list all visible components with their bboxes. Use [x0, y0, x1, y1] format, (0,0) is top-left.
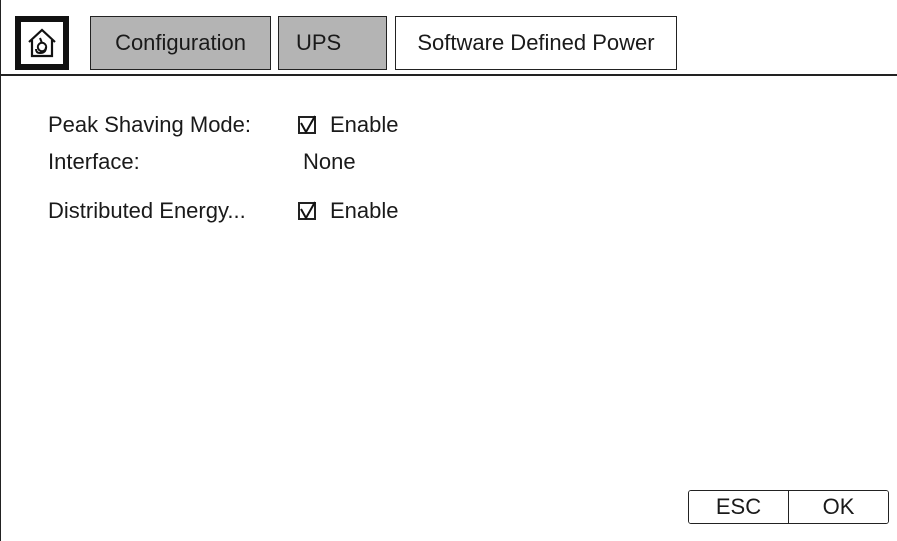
interface-row: Interface: None: [48, 147, 356, 177]
distributed-energy-checkbox[interactable]: [298, 201, 316, 221]
home-icon-frame: [21, 22, 63, 64]
home-icon: [28, 28, 56, 58]
breadcrumb-ups[interactable]: UPS: [278, 16, 387, 70]
breadcrumb-software-defined-power[interactable]: Software Defined Power: [395, 16, 677, 70]
top-navigation-bar: Configuration UPS Software Defined Power: [1, 0, 897, 76]
distributed-energy-label: Distributed Energy...: [48, 198, 246, 223]
interface-value: None: [303, 149, 356, 174]
distributed-energy-row: Distributed Energy... Enable: [48, 196, 399, 226]
breadcrumb-configuration[interactable]: Configuration: [90, 16, 271, 70]
home-button[interactable]: [15, 16, 69, 70]
distributed-energy-value: Enable: [330, 198, 399, 223]
dialog-button-group: ESC OK: [688, 490, 889, 524]
peak-shaving-control: Enable: [298, 112, 399, 138]
checkmark-icon: [300, 115, 316, 135]
esc-button[interactable]: ESC: [689, 491, 788, 523]
peak-shaving-row: Peak Shaving Mode: Enable: [48, 110, 399, 140]
peak-shaving-label: Peak Shaving Mode:: [48, 112, 252, 137]
breadcrumb-software-defined-power-label: Software Defined Power: [417, 30, 655, 55]
screen: Configuration UPS Software Defined Power…: [0, 0, 897, 541]
distributed-energy-control: Enable: [298, 198, 399, 224]
checkmark-icon: [300, 201, 316, 221]
peak-shaving-value: Enable: [330, 112, 399, 137]
breadcrumb-ups-label: UPS: [296, 30, 342, 55]
interface-label: Interface:: [48, 149, 140, 174]
peak-shaving-checkbox[interactable]: [298, 115, 316, 135]
breadcrumb-configuration-label: Configuration: [115, 30, 246, 55]
ok-button[interactable]: OK: [788, 491, 888, 523]
